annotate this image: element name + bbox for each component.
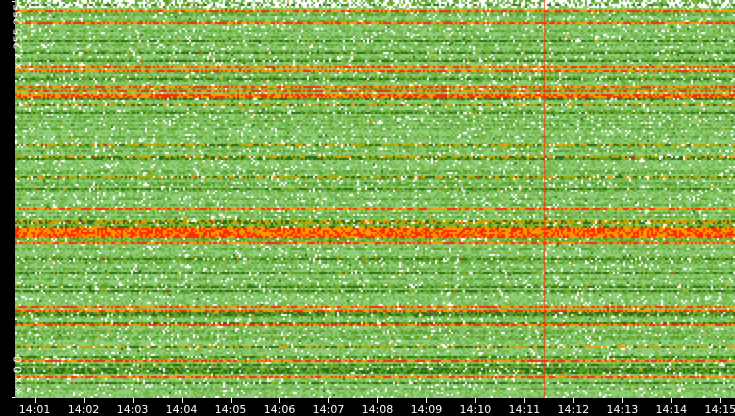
x-tick-label: 14:01 (18, 403, 51, 416)
x-tick-label: 14:15 (704, 403, 735, 416)
x-tick-label: 14:04 (165, 403, 198, 416)
x-tick-label: 14:03 (116, 403, 149, 416)
x-tick-label: 14:05 (214, 403, 247, 416)
x-tick-label: 14:02 (67, 403, 100, 416)
heatmap-plot (15, 0, 735, 398)
x-tick-label: 14:09 (410, 403, 443, 416)
heatmap-cells (15, 0, 735, 398)
x-tick-label: 14:10 (459, 403, 492, 416)
x-tick-label: 14:12 (557, 403, 590, 416)
x-tick-label: 14:11 (508, 403, 541, 416)
x-tick-label: 14:14 (655, 403, 688, 416)
x-tick-label: 14:13 (606, 403, 639, 416)
x-tick-label: 14:06 (263, 403, 296, 416)
y-label-top: x.x.255.255 (11, 3, 25, 70)
x-tick-label: 14:07 (312, 403, 345, 416)
x-tick-label: 14:08 (361, 403, 394, 416)
